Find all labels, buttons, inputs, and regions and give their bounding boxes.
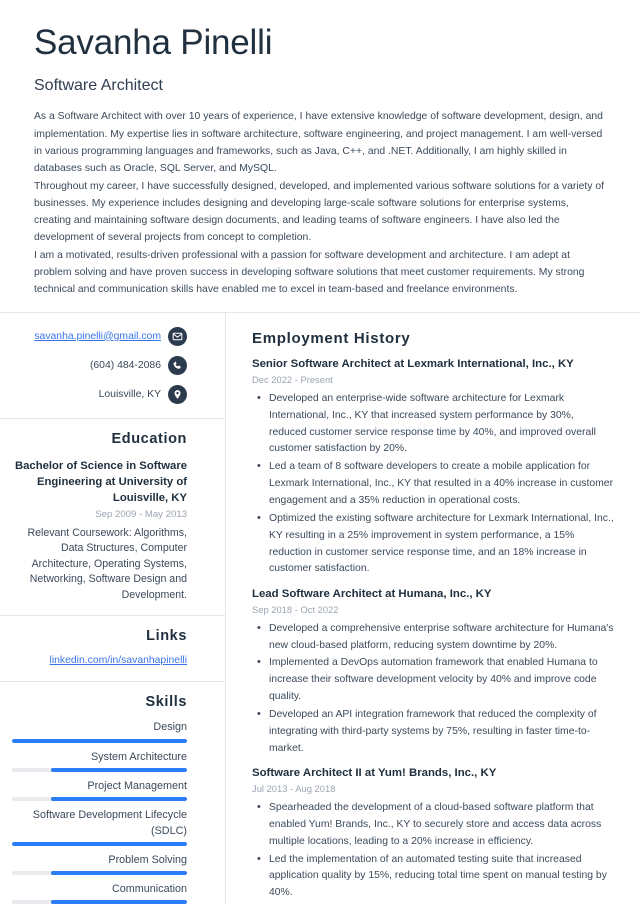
skill-item: Design <box>12 720 187 743</box>
envelope-icon <box>168 327 187 347</box>
summary-paragraph: As a Software Architect with over 10 yea… <box>34 111 603 175</box>
skill-item: System Architecture <box>12 750 187 772</box>
location-pin-icon <box>168 385 187 405</box>
page-title: Savanha Pinelli <box>34 23 273 62</box>
job-entry: Lead Software Architect at Humana, Inc.,… <box>252 587 614 757</box>
skill-progress-track <box>12 768 187 772</box>
skill-progress-fill <box>50 768 187 772</box>
linkedin-link[interactable]: linkedin.com/in/savanhapinelli <box>12 654 187 669</box>
email-text[interactable]: savanha.pinelli@gmail.com <box>34 331 161 343</box>
resume-page: Savanha Pinelli Software Architect As a … <box>0 0 640 905</box>
job-role: Lead Software Architect at Humana, Inc.,… <box>252 588 492 601</box>
job-bullet: Optimized the existing software architec… <box>257 510 614 578</box>
skill-label: Project Management <box>87 779 187 792</box>
contact-item-location: Louisville, KY <box>12 385 187 405</box>
skill-item: Communication <box>12 882 187 904</box>
job-bullet: Implemented a DevOps automation framewor… <box>257 654 614 706</box>
education-coursework: Relevant Coursework: Algorithms, Data St… <box>27 526 187 601</box>
skill-item: Problem Solving <box>12 853 187 875</box>
job-bullet: Developed a comprehensive enterprise sof… <box>257 620 614 655</box>
education-heading: Education <box>111 431 187 448</box>
job-bullet: Led a team of 8 software developers to c… <box>257 458 614 510</box>
contact-item-email[interactable]: savanha.pinelli@gmail.com <box>12 327 187 347</box>
skill-progress-fill <box>50 797 187 801</box>
skill-label: Problem Solving <box>108 853 187 866</box>
contact-section: savanha.pinelli@gmail.com (604) 484-2086 <box>0 313 225 418</box>
resume-body: savanha.pinelli@gmail.com (604) 484-2086 <box>0 313 640 905</box>
education-section: Education Bachelor of Science in Softwar… <box>0 418 225 615</box>
skill-progress-track <box>12 900 187 904</box>
skill-progress-track <box>12 871 187 875</box>
skill-label: Software Development Lifecycle (SDLC) <box>32 808 187 837</box>
skill-progress-track <box>12 739 187 743</box>
job-role: Senior Software Architect at Lexmark Int… <box>252 358 574 371</box>
job-bullet: Developed an enterprise-wide software ar… <box>257 390 614 458</box>
job-dates: Jul 2013 - Aug 2018 <box>252 783 336 795</box>
skill-progress-fill <box>50 871 187 875</box>
skill-label: System Architecture <box>90 750 187 763</box>
professional-summary: As a Software Architect with over 10 yea… <box>34 108 606 298</box>
resume-header: Savanha Pinelli Software Architect As a … <box>0 0 640 298</box>
job-dates: Dec 2022 - Present <box>252 374 333 386</box>
summary-paragraph: Throughout my career, I have successfull… <box>34 180 605 244</box>
employment-column: Employment History Senior Software Archi… <box>226 313 640 905</box>
contact-item-phone[interactable]: (604) 484-2086 <box>12 356 187 376</box>
skills-heading: Skills <box>145 694 187 711</box>
links-heading: Links <box>146 628 187 645</box>
job-bullet: Developed an API integration framework t… <box>257 706 614 758</box>
job-bullet-list: Spearheaded the development of a cloud-b… <box>252 799 614 905</box>
skill-label: Design <box>153 721 187 734</box>
education-degree: Bachelor of Science in Software Engineer… <box>14 459 187 504</box>
skill-progress-fill <box>12 842 187 846</box>
skill-item: Software Development Lifecycle (SDLC) <box>12 808 187 846</box>
location-text: Louisville, KY <box>98 388 161 400</box>
skill-progress-fill <box>12 739 187 743</box>
sidebar: savanha.pinelli@gmail.com (604) 484-2086 <box>0 313 226 905</box>
job-bullet-list: Developed an enterprise-wide software ar… <box>252 390 614 578</box>
skills-section: Skills Design System Architecture Projec… <box>0 681 225 905</box>
skill-progress-track <box>12 842 187 846</box>
job-bullet-list: Developed a comprehensive enterprise sof… <box>252 620 614 758</box>
job-bullet: Spearheaded the development of a cloud-b… <box>257 799 614 851</box>
links-section: Links linkedin.com/in/savanhapinelli <box>0 615 225 681</box>
job-bullet: Led the implementation of an automated t… <box>257 851 614 903</box>
skill-item: Project Management <box>12 779 187 801</box>
education-dates: Sep 2009 - May 2013 <box>95 508 187 520</box>
job-dates: Sep 2018 - Oct 2022 <box>252 604 339 616</box>
job-entry: Senior Software Architect at Lexmark Int… <box>252 357 614 578</box>
skill-label: Communication <box>111 882 187 895</box>
job-role: Software Architect II at Yum! Brands, In… <box>252 767 497 780</box>
job-entry: Software Architect II at Yum! Brands, In… <box>252 766 614 905</box>
employment-history-heading: Employment History <box>252 330 411 348</box>
summary-paragraph: I am a motivated, results-driven profess… <box>34 249 585 296</box>
phone-icon <box>168 356 187 376</box>
job-title-subheading: Software Architect <box>34 77 163 95</box>
phone-text: (604) 484-2086 <box>89 359 161 371</box>
skill-progress-track <box>12 797 187 801</box>
skill-progress-fill <box>50 900 187 904</box>
